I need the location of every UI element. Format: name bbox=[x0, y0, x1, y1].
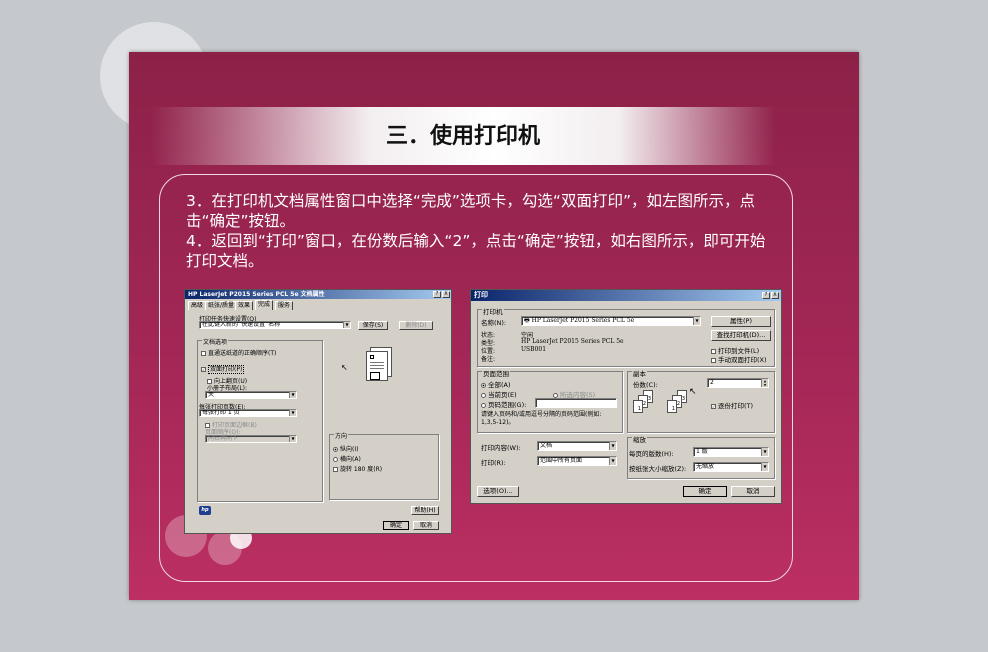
scale-to-paper-label: 按纸张大小缩放(Z): bbox=[629, 465, 687, 473]
close-title-button[interactable]: X bbox=[771, 292, 779, 299]
page-numbers-input[interactable] bbox=[535, 398, 617, 408]
help-title-button[interactable]: ? bbox=[433, 291, 441, 298]
collate-checkbox[interactable]: ✓ 逐份打印(T) bbox=[711, 400, 753, 410]
scale-to-paper-select[interactable]: 无缩放 ▼ bbox=[693, 462, 769, 472]
print-what-label: 打印内容(W): bbox=[481, 444, 521, 452]
manual-duplex-checkbox[interactable]: 手动双面打印(X) bbox=[711, 354, 767, 364]
straight-path-checkbox[interactable]: 直通送纸道的正确顺序(T) bbox=[201, 348, 276, 357]
tab-paper-quality[interactable]: 纸张/质量 bbox=[205, 301, 238, 310]
properties-button[interactable]: 属性(P) bbox=[711, 316, 771, 327]
booklet-layout-select[interactable]: 关 ▼ bbox=[205, 391, 297, 399]
chevron-down-icon: ▼ bbox=[761, 463, 768, 471]
all-pages-radio[interactable]: 全部(A) bbox=[481, 379, 511, 389]
document-properties-dialog: HP LaserJet P2015 Series PCL 5e 文档属性 ? X… bbox=[184, 289, 452, 534]
print-ok-button[interactable]: 确定 bbox=[683, 486, 727, 497]
cursor-icon: ↖ bbox=[341, 363, 348, 372]
print-dialog-title-bar: 打印 bbox=[471, 290, 781, 301]
landscape-radio[interactable]: 横向(A) bbox=[333, 454, 361, 463]
ok-button[interactable]: 确定 bbox=[383, 521, 409, 530]
page-range-label: 页面范围 bbox=[482, 368, 510, 378]
slide-title: 三．使用打印机 bbox=[385, 123, 540, 149]
help-title-button[interactable]: ? bbox=[762, 292, 770, 299]
cursor-icon: ↖ bbox=[689, 387, 697, 397]
pages-per-sheet-select[interactable]: 1 版 ▼ bbox=[693, 447, 769, 457]
where-value: USB001 bbox=[521, 346, 547, 353]
content-panel: 3．在打印机文档属性窗口中选择“完成”选项卡，勾选“双面打印”，如左图所示，点击… bbox=[159, 174, 793, 582]
page-numbers-radio[interactable]: 页码范围(G): bbox=[481, 399, 526, 409]
help-button[interactable]: 帮助(H) bbox=[411, 506, 439, 515]
chevron-down-icon: ▼ bbox=[343, 322, 350, 328]
orientation-label: 方向 bbox=[334, 431, 349, 440]
printer-name-label: 名称(N): bbox=[481, 319, 507, 327]
copies-spinner-icon[interactable]: ▲ ▼ bbox=[761, 379, 768, 387]
current-page-radio[interactable]: 当前页(E) bbox=[481, 389, 517, 399]
delete-button[interactable]: 删除(D) bbox=[399, 321, 433, 330]
tab-finishing[interactable]: 完成 bbox=[255, 300, 274, 310]
options-button[interactable]: 选项(O)... bbox=[477, 486, 519, 497]
chevron-down-icon: ▼ bbox=[693, 317, 700, 325]
chevron-down-icon: ▼ bbox=[289, 392, 296, 398]
copies-input[interactable]: 2 ▲ ▼ bbox=[707, 378, 769, 388]
copies-value: 2 bbox=[710, 379, 714, 386]
print-cancel-button[interactable]: 取消 bbox=[731, 486, 775, 497]
rotate-180-checkbox[interactable]: 旋转 180 度(R) bbox=[333, 464, 382, 473]
duplex-checkbox[interactable]: ✓ 双面打印(P) bbox=[201, 364, 245, 374]
tab-services[interactable]: 服务 bbox=[275, 301, 294, 310]
copies-group-label: 副本 bbox=[632, 368, 647, 378]
pages-per-sheet-select[interactable]: 每张打印 1 页 ▼ bbox=[199, 409, 297, 417]
chevron-down-icon: ▼ bbox=[289, 410, 296, 416]
close-title-button[interactable]: X bbox=[442, 291, 450, 298]
portrait-radio[interactable]: 纵向(I) bbox=[333, 444, 358, 453]
document-options-label: 文档选项 bbox=[202, 337, 229, 346]
print-what-select[interactable]: 文档 ▼ bbox=[537, 441, 617, 451]
find-printer-button[interactable]: 查找打印机(D)... bbox=[711, 330, 771, 341]
printer-name-select[interactable]: 🖶 HP LaserJet P2015 Series PCL 5e ▼ bbox=[521, 316, 701, 326]
hp-logo: hp bbox=[199, 506, 211, 515]
print-dialog: 打印 ? X 打印机 名称(N): 🖶 HP LaserJet P2015 Se… bbox=[470, 289, 782, 504]
quick-sets-select[interactable]: 在此键入新的“快速设置”名称 ▼ bbox=[199, 321, 351, 329]
page-order-select[interactable]: 向右再向下 ▼ bbox=[205, 435, 297, 443]
save-button[interactable]: 保存(S) bbox=[358, 321, 388, 330]
printer-group-label: 打印机 bbox=[482, 306, 504, 316]
print-dialog-title: 打印 bbox=[474, 291, 488, 299]
step-4-text: 4．返回到“打印”窗口，在份数后输入“2”，点击“确定”按钮，如右图所示，即可开… bbox=[186, 232, 766, 270]
page-preview-icon bbox=[366, 347, 396, 385]
comment-label: 备注: bbox=[481, 356, 496, 363]
page-range-hint: 请键入页码和/或用逗号分隔的页码范围(例如: 1,3,5-12)。 bbox=[481, 411, 602, 426]
print-label: 打印(R): bbox=[481, 459, 506, 467]
zoom-group-label: 缩放 bbox=[632, 434, 647, 444]
chevron-down-icon: ▼ bbox=[289, 436, 296, 442]
print-range-select[interactable]: 范围中所有页面 ▼ bbox=[537, 456, 617, 466]
dialog-title-bar: HP LaserJet P2015 Series PCL 5e 文档属性 bbox=[185, 290, 451, 299]
step-3-text: 3．在打印机文档属性窗口中选择“完成”选项卡，勾选“双面打印”，如左图所示，点击… bbox=[186, 192, 755, 230]
chevron-down-icon: ▼ bbox=[609, 457, 616, 465]
quick-sets-value: 在此键入新的“快速设置”名称 bbox=[202, 321, 281, 328]
printer-icon: 🖶 bbox=[524, 317, 530, 324]
copies-label: 份数(C): bbox=[633, 381, 658, 389]
dialog-title: HP LaserJet P2015 Series PCL 5e 文档属性 bbox=[188, 291, 325, 298]
chevron-down-icon: ▼ bbox=[609, 442, 616, 450]
type-value: HP LaserJet P2015 Series PCL 5e bbox=[521, 338, 624, 345]
tab-effects[interactable]: 效果 bbox=[235, 301, 254, 310]
tab-advanced[interactable]: 高级 bbox=[188, 301, 207, 310]
pages-per-sheet-label: 每页的版数(H): bbox=[629, 450, 674, 458]
instruction-text: 3．在打印机文档属性窗口中选择“完成”选项卡，勾选“双面打印”，如左图所示，点击… bbox=[186, 191, 774, 271]
cancel-button[interactable]: 取消 bbox=[413, 521, 439, 530]
slide: 三．使用打印机 3．在打印机文档属性窗口中选择“完成”选项卡，勾选“双面打印”，… bbox=[129, 52, 859, 600]
title-banner: 三．使用打印机 bbox=[151, 107, 775, 165]
chevron-down-icon: ▼ bbox=[761, 448, 768, 456]
